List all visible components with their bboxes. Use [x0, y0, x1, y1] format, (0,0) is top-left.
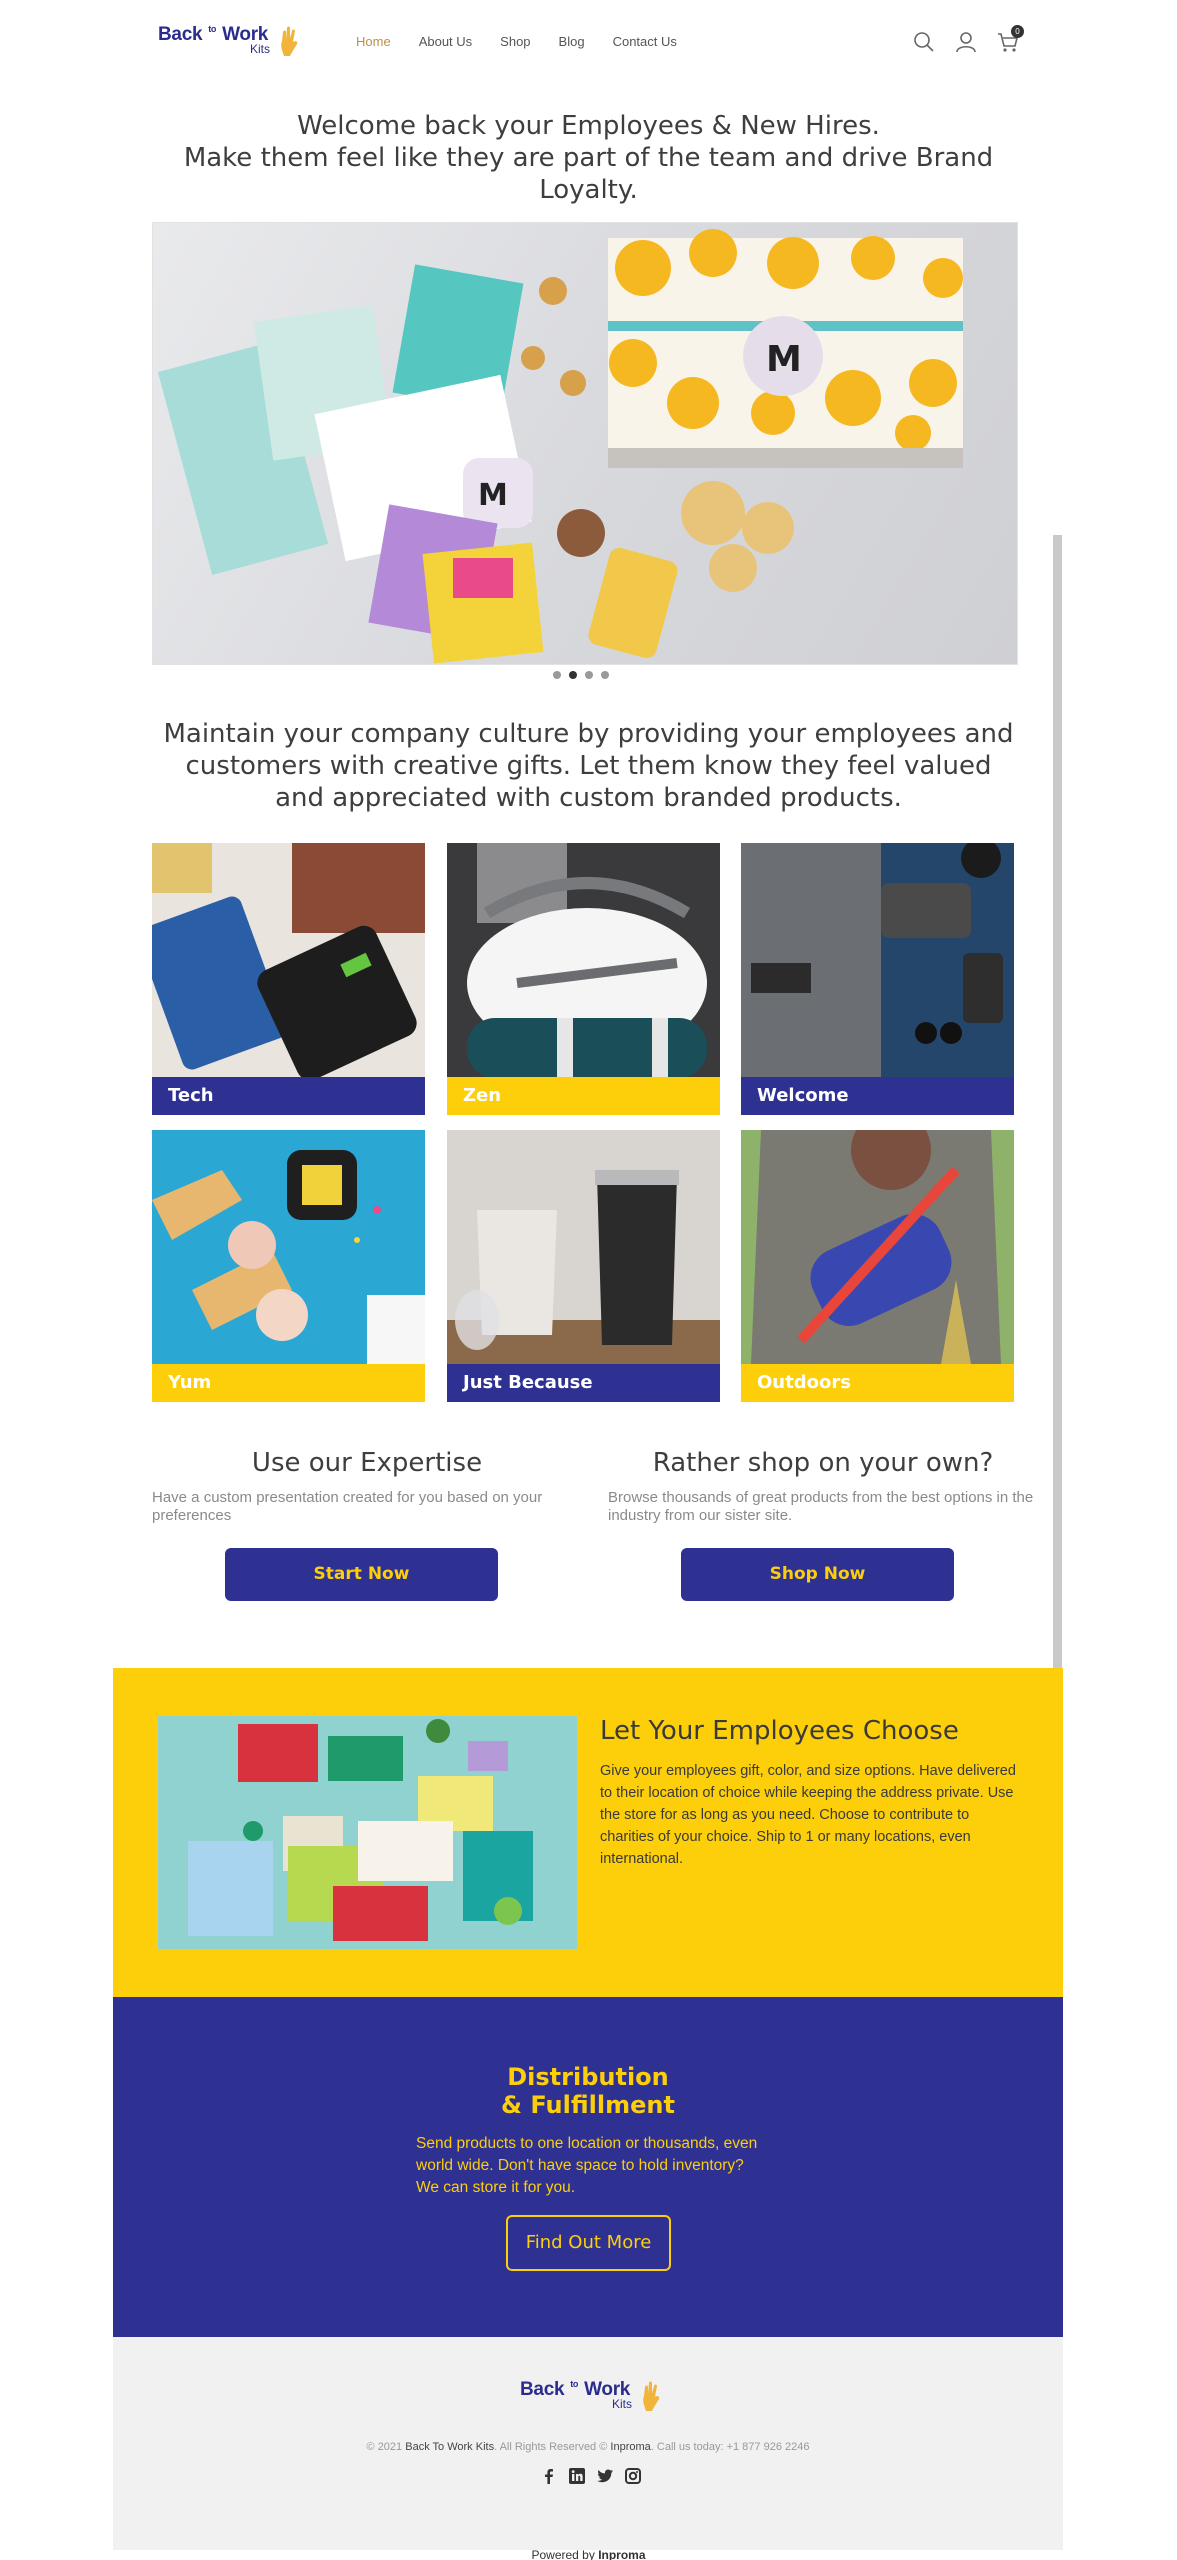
distribution-section: Distribution & Fulfillment Send products…	[113, 1997, 1063, 2337]
category-label: Welcome	[741, 1077, 1014, 1115]
category-label: Tech	[152, 1077, 425, 1115]
site-footer: Back to Work Kits © 2021 Back To Work Ki…	[113, 2337, 1063, 2550]
page-scrollbar[interactable]	[1053, 535, 1062, 1707]
nav-blog[interactable]: Blog	[559, 34, 585, 49]
zen-image	[447, 843, 720, 1077]
search-icon[interactable]	[912, 30, 936, 54]
copyright-year: © 2021	[366, 2441, 403, 2453]
gift-box-image: M M	[157, 229, 963, 664]
choose-section: Let Your Employees Choose Give your empl…	[113, 1668, 1063, 1997]
footer-logo-to: to	[570, 2379, 579, 2389]
own-shop-section: Rather shop on your own? Browse thousand…	[608, 1447, 1038, 1525]
powered-by-link[interactable]: Inproma	[598, 2548, 645, 2560]
nav-about-us[interactable]: About Us	[419, 34, 472, 49]
user-icon[interactable]	[954, 30, 978, 54]
footer-logo-back: Back	[520, 2379, 565, 2400]
distribution-title: Distribution & Fulfillment	[113, 2063, 1063, 2119]
powered-by-label: Powered by	[531, 2548, 595, 2560]
category-label: Just Because	[447, 1364, 720, 1402]
facebook-icon[interactable]	[540, 2467, 558, 2485]
tech-image	[152, 843, 425, 1077]
welcome-image	[741, 843, 1014, 1077]
distribution-title-line2: & Fulfillment	[501, 2091, 675, 2119]
choose-title: Let Your Employees Choose	[600, 1716, 959, 1746]
twitter-icon[interactable]	[596, 2467, 614, 2485]
category-welcome[interactable]: Welcome	[741, 843, 1014, 1115]
category-yum[interactable]: Yum	[152, 1130, 425, 1402]
distribution-title-line1: Distribution	[507, 2063, 669, 2091]
expertise-text: Have a custom presentation created for y…	[152, 1489, 543, 1524]
distribution-text: Send products to one location or thousan…	[416, 2135, 758, 2196]
nav-shop[interactable]: Shop	[500, 34, 530, 49]
cart-count-badge: 0	[1011, 25, 1024, 38]
gifts-image	[158, 1716, 577, 1949]
instagram-icon[interactable]	[624, 2467, 642, 2485]
category-outdoors[interactable]: Outdoors	[741, 1130, 1014, 1402]
copyright-inproma-link[interactable]: Inproma	[610, 2441, 650, 2453]
linkedin-icon[interactable]	[568, 2467, 586, 2485]
footer-logo[interactable]: Back to Work Kits	[520, 2377, 665, 2417]
slider-dot-4[interactable]	[601, 671, 609, 679]
just-because-image	[447, 1130, 720, 1364]
logo-back: Back	[158, 24, 203, 45]
own-shop-text: Browse thousands of great products from …	[608, 1489, 1034, 1524]
logo-to: to	[208, 24, 217, 34]
nav-home[interactable]: Home	[356, 34, 391, 49]
category-label: Zen	[447, 1077, 720, 1115]
main-nav: Home About Us Shop Blog Contact Us	[356, 34, 705, 49]
header-actions: 0	[912, 25, 1024, 54]
hero-title-line2: Make them feel like they are part of the…	[183, 143, 994, 205]
slider-dot-2[interactable]	[569, 671, 577, 679]
nav-contact-us[interactable]: Contact Us	[613, 34, 677, 49]
powered-by: Powered by Inproma	[0, 2548, 1177, 2560]
slider-dot-3[interactable]	[585, 671, 593, 679]
hand-icon	[281, 26, 298, 56]
yum-image	[152, 1130, 425, 1364]
logo-kits: Kits	[250, 42, 271, 56]
outdoors-image	[741, 1130, 1014, 1364]
site-header: Back to Work Kits Home About Us Shop Blo…	[0, 0, 1177, 86]
copyright-text: © 2021 Back To Work Kits. All Rights Res…	[113, 2441, 1063, 2453]
slider-dot-1[interactable]	[553, 671, 561, 679]
expertise-title: Use our Expertise	[251, 1448, 483, 1478]
slider-dots	[553, 671, 609, 679]
site-logo[interactable]: Back to Work Kits	[158, 22, 303, 62]
shop-now-button[interactable]: Shop Now	[681, 1548, 954, 1601]
category-just-because[interactable]: Just Because	[447, 1130, 720, 1402]
choose-text: Give your employees gift, color, and siz…	[600, 1763, 1016, 1867]
cart-button[interactable]: 0	[996, 25, 1024, 54]
category-label: Outdoors	[741, 1364, 1014, 1402]
expertise-section: Use our Expertise Have a custom presenta…	[152, 1447, 582, 1525]
category-label: Yum	[152, 1364, 425, 1402]
copyright-phone: . Call us today: +1 877 926 2246	[650, 2441, 810, 2453]
copyright-rights: . All Rights Reserved ©	[494, 2441, 608, 2453]
culture-text: Maintain your company culture by providi…	[163, 719, 1014, 813]
footer-logo-kits: Kits	[612, 2397, 633, 2411]
social-links	[540, 2467, 642, 2485]
svg-text:M: M	[478, 478, 508, 513]
find-out-more-button[interactable]: Find Out More	[506, 2215, 671, 2271]
hero-slider[interactable]: M M	[152, 222, 1018, 665]
category-tech[interactable]: Tech	[152, 843, 425, 1115]
own-shop-title: Rather shop on your own?	[652, 1448, 994, 1478]
hero-title-line1: Welcome back your Employees & New Hires.	[297, 111, 880, 141]
svg-text:M: M	[766, 339, 802, 380]
hero-title: Welcome back your Employees & New Hires.…	[150, 110, 1027, 206]
hand-icon	[643, 2381, 660, 2411]
category-zen[interactable]: Zen	[447, 843, 720, 1115]
copyright-brand-link[interactable]: Back To Work Kits	[405, 2441, 494, 2453]
start-now-button[interactable]: Start Now	[225, 1548, 498, 1601]
